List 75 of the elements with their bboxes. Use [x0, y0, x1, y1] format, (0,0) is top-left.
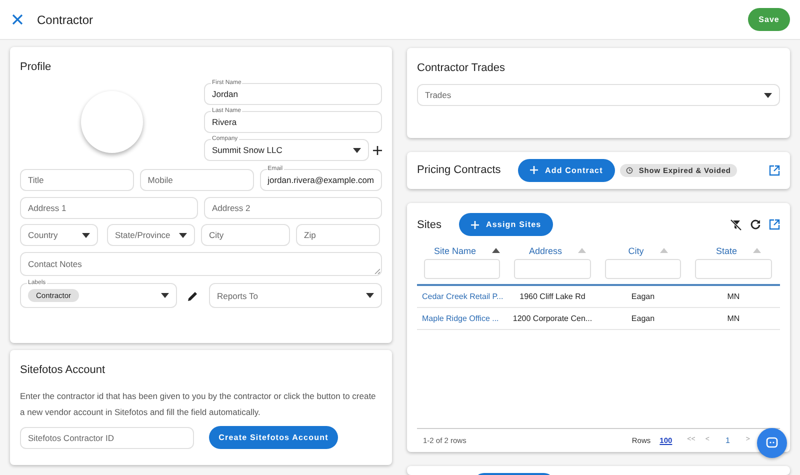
resize-grip-icon[interactable]	[374, 268, 380, 274]
filter-field[interactable]	[695, 259, 772, 279]
field-placeholder: Reports To	[217, 290, 259, 300]
table-cell-text: Eagan	[630, 292, 656, 301]
address-field[interactable]: Address 1	[20, 197, 198, 219]
card-heading: Sitefotos Account	[20, 364, 106, 376]
description-text: Enter the contractor id that has been given to you by the contractor or click the button to create a new vendor account in Sitefotos and fill the field automatically.	[20, 390, 377, 419]
field-value: jordan.rivera@example.com	[268, 175, 374, 185]
contractor-id-field[interactable]: Sitefotos Contractor ID	[20, 426, 194, 448]
plus-icon	[530, 166, 538, 174]
caret-icon	[764, 92, 772, 98]
field-placeholder: Mobile	[148, 175, 174, 185]
address-field[interactable]: Address 2	[204, 197, 382, 219]
column-header[interactable]: Site Name	[434, 246, 476, 256]
reports-to-select[interactable]: Reports To	[209, 283, 382, 308]
page-button[interactable]: 1	[725, 436, 730, 445]
filter-field[interactable]	[514, 259, 591, 279]
clock-icon	[626, 166, 633, 174]
field-placeholder: Trades	[425, 90, 452, 100]
refresh-icon[interactable]	[750, 219, 761, 230]
site-link[interactable]: Maple Ridge Office ...	[417, 314, 507, 323]
table-cell-text: MN	[726, 292, 741, 301]
field-placeholder: Country	[28, 230, 59, 240]
table-cell-text: 1960 Cliff Lake Rd	[518, 292, 586, 301]
add-contract-button[interactable]: Add Contract	[518, 158, 615, 182]
card-heading: Pricing Contracts	[417, 164, 502, 176]
field-placeholder: Address 2	[212, 203, 252, 213]
trades-select[interactable]: Trades	[417, 84, 780, 106]
caret-icon	[82, 232, 90, 238]
filter-field[interactable]	[424, 259, 500, 279]
caret-icon	[353, 148, 361, 152]
city-field[interactable]: City	[201, 224, 290, 246]
filter-field[interactable]	[605, 259, 681, 279]
field-value: Rivera	[212, 117, 238, 127]
card-heading: Profile	[20, 61, 52, 73]
column-header[interactable]: State	[716, 246, 737, 256]
open-external-icon[interactable]	[769, 164, 780, 176]
mobile-field[interactable]: Mobile	[140, 169, 254, 191]
field-value: Jordan	[212, 89, 239, 99]
table-cell-text: Eagan	[630, 314, 656, 323]
caret-icon	[179, 232, 187, 238]
card-heading: Sites	[417, 218, 442, 230]
close-icon[interactable]	[12, 14, 23, 25]
title-field[interactable]: Title	[20, 169, 134, 191]
filter-off-icon[interactable]	[730, 218, 742, 230]
create-account-button[interactable]: Create Sitefotos Account	[209, 426, 338, 449]
zip-field[interactable]: Zip	[296, 224, 380, 246]
field-placeholder: Contact Notes	[28, 259, 83, 269]
save-button[interactable]: Save	[748, 8, 790, 31]
plus-icon	[471, 220, 479, 228]
table-cell-text: 1200 Corporate Cen...	[512, 314, 594, 323]
card-heading: Contractor Trades	[417, 62, 506, 74]
open-external-icon[interactable]	[769, 219, 780, 230]
chat-icon	[766, 437, 778, 449]
caret-icon	[161, 293, 169, 298]
page-title: Contractor	[37, 12, 94, 26]
column-header[interactable]: Address	[528, 246, 562, 256]
field-placeholder: City	[209, 230, 225, 240]
caret-icon	[366, 293, 374, 298]
state-select[interactable]: State/Province	[107, 224, 195, 246]
table-cell-text: MN	[726, 314, 741, 323]
add-icon[interactable]	[373, 146, 382, 154]
assign-sites-button[interactable]: Assign Sites	[459, 213, 554, 236]
sort-arrow-icon[interactable]	[492, 248, 500, 253]
field-placeholder: Sitefotos Contractor ID	[28, 432, 115, 442]
field-placeholder: State/Province	[115, 230, 172, 240]
field-placeholder: Zip	[304, 230, 317, 240]
field-placeholder: Address 1	[28, 203, 68, 213]
notes-field[interactable]: Contact Notes	[20, 252, 382, 276]
site-link[interactable]: Cedar Creek Retail P...	[417, 292, 507, 301]
column-header[interactable]: City	[628, 246, 644, 256]
field-value: Summit Snow LLC	[212, 145, 284, 155]
field-placeholder: Title	[28, 175, 45, 185]
pencil-icon[interactable]	[188, 290, 198, 300]
country-select[interactable]: Country	[20, 224, 98, 246]
